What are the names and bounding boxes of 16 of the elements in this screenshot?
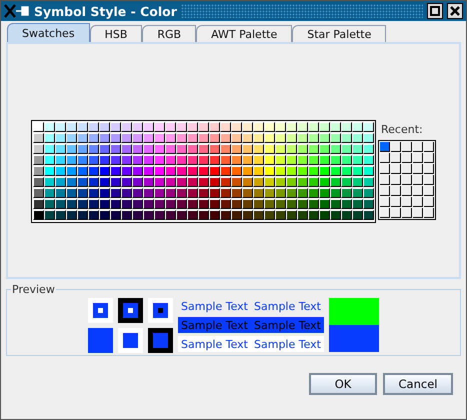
dialog-button[interactable]: OK xyxy=(309,373,377,395)
tab[interactable]: AWT Palette xyxy=(196,25,292,42)
sample-text: Sample Text xyxy=(254,300,321,312)
preview-label: Preview xyxy=(11,283,56,296)
window-title: Symbol Style - Color xyxy=(34,4,177,18)
sample-text: Sample Text xyxy=(181,300,248,312)
sample-text: Sample Text xyxy=(181,338,248,350)
tab[interactable]: Swatches xyxy=(7,23,90,42)
sample-text: Sample Text xyxy=(181,318,248,332)
tab[interactable]: Star Palette xyxy=(292,25,386,42)
recent-label: Recent: xyxy=(381,123,424,136)
dialog-button[interactable]: Cancel xyxy=(383,373,453,395)
tab[interactable]: HSB xyxy=(90,25,142,42)
tab[interactable]: RGB xyxy=(142,25,196,42)
sample-text: Sample Text xyxy=(254,338,321,350)
sample-text: Sample Text xyxy=(254,318,321,332)
